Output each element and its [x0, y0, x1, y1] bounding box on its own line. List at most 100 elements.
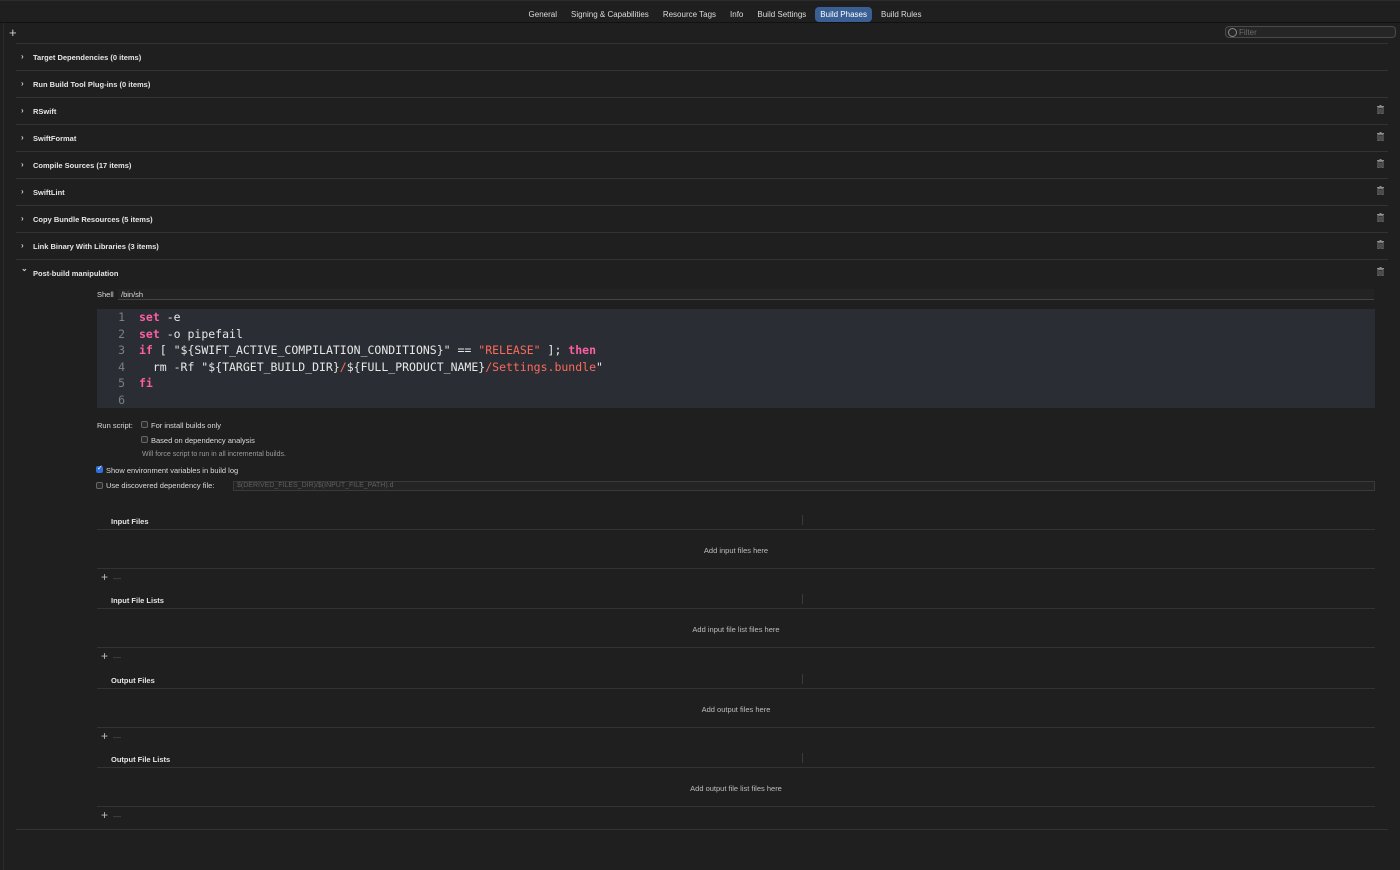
add-file-button[interactable]: +: [101, 649, 108, 663]
build-phase-title: SwiftLint: [33, 188, 65, 197]
chevron-right-icon[interactable]: ›: [21, 187, 24, 196]
build-phase-title: RSwift: [33, 107, 57, 116]
build-phase-title: Run Build Tool Plug-ins (0 items): [33, 80, 151, 89]
build-phase-row[interactable]: ⌄ Post-build manipulation: [16, 259, 1388, 286]
trash-icon[interactable]: [1377, 240, 1384, 250]
build-phase-title: SwiftFormat: [33, 134, 77, 143]
trash-icon[interactable]: [1377, 267, 1384, 277]
section-divider: [97, 568, 1375, 569]
build-phase-title: Target Dependencies (0 items): [33, 53, 142, 62]
discovered-dep-file-label: Use discovered dependency file:: [106, 481, 215, 490]
chevron-right-icon[interactable]: ›: [21, 133, 24, 142]
tab-signing-capabilities[interactable]: Signing & Capabilities: [566, 7, 654, 22]
install-builds-only-label: For install builds only: [151, 421, 222, 430]
chevron-right-icon[interactable]: ›: [21, 160, 24, 169]
line-number: 1: [118, 310, 125, 324]
remove-file-button[interactable]: —: [113, 653, 121, 662]
code-string: "RELEASE": [478, 343, 541, 357]
remove-file-button[interactable]: —: [113, 812, 121, 821]
chevron-right-icon[interactable]: ›: [21, 241, 24, 250]
list-controls: + —: [101, 730, 121, 744]
tab-general[interactable]: General: [524, 7, 562, 22]
filter-field[interactable]: Filter: [1225, 26, 1396, 38]
trash-icon[interactable]: [1377, 132, 1384, 142]
empty-placeholder: Add output file list files here: [690, 783, 782, 793]
left-rule: [3, 23, 4, 870]
header-divider: [97, 608, 1375, 610]
add-file-button[interactable]: +: [101, 570, 108, 584]
build-phase-row[interactable]: › Copy Bundle Resources (5 items): [16, 205, 1388, 232]
shell-field[interactable]: /bin/sh: [118, 289, 1374, 300]
dependency-file-field[interactable]: $(DERIVED_FILES_DIR)/$(INPUT_FILE_PATH).…: [233, 481, 1375, 491]
remove-file-button[interactable]: —: [113, 574, 121, 583]
build-phase-row[interactable]: › Compile Sources (17 items): [16, 151, 1388, 178]
dependency-analysis-checkbox[interactable]: [141, 436, 148, 443]
build-phase-title: Post-build manipulation: [33, 269, 119, 278]
line-number: 2: [118, 326, 125, 341]
shell-row: Shell /bin/sh: [97, 289, 1375, 300]
tab-build-rules[interactable]: Build Rules: [876, 7, 926, 22]
chevron-right-icon[interactable]: ›: [21, 106, 24, 115]
build-phase-title: Link Binary With Libraries (3 items): [33, 242, 159, 251]
line-number: 4: [118, 359, 125, 374]
code-text: set -o pipefail: [139, 327, 243, 341]
phase-toolbar: + Filter: [0, 23, 1400, 43]
column-separator[interactable]: [802, 673, 803, 684]
code-keyword: set: [139, 310, 160, 324]
column-separator[interactable]: [802, 752, 803, 763]
build-phase-row[interactable]: › Run Build Tool Plug-ins (0 items): [16, 70, 1388, 97]
discovered-dep-file-checkbox[interactable]: [96, 482, 103, 489]
header-divider: [97, 529, 1375, 530]
run-script-label: Run script:: [97, 421, 133, 430]
build-phase-row[interactable]: › Target Dependencies (0 items): [16, 43, 1388, 70]
tab-resource-tags[interactable]: Resource Tags: [658, 7, 721, 22]
file-section-title: Input File Lists: [111, 596, 164, 606]
code-token: ${FULL_PRODUCT_NAME}: [346, 359, 486, 374]
install-builds-only-checkbox[interactable]: [141, 421, 148, 428]
code-line: 4 rm -Rf "${TARGET_BUILD_DIR}/${FULL_PRO…: [97, 360, 1375, 376]
build-phase-row[interactable]: › SwiftLint: [16, 178, 1388, 205]
trash-icon[interactable]: [1377, 159, 1384, 169]
add-file-button[interactable]: +: [101, 729, 108, 743]
chevron-right-icon[interactable]: ›: [21, 214, 24, 223]
trash-icon[interactable]: [1377, 105, 1384, 115]
show-env-vars-checkbox[interactable]: [96, 464, 103, 473]
file-section-title: Input Files: [111, 517, 149, 526]
tab-build-settings[interactable]: Build Settings: [752, 7, 811, 22]
column-separator[interactable]: [802, 515, 803, 525]
empty-placeholder: Add input file list files here: [692, 625, 780, 635]
empty-placeholder: Add input files here: [703, 546, 769, 555]
code-token: [ "${SWIFT_ACTIVE_COMPILATION_CONDITIONS…: [152, 343, 479, 357]
chevron-right-icon[interactable]: ›: [21, 79, 24, 88]
code-keyword: then: [568, 343, 596, 357]
section-divider: [97, 647, 1375, 649]
code-token: ];: [540, 343, 569, 357]
code-keyword: fi: [139, 376, 153, 390]
dependency-hint: Will force script to run in all incremen…: [142, 451, 286, 458]
tab-build-phases[interactable]: Build Phases: [815, 7, 872, 22]
code-text: rm -Rf "${TARGET_BUILD_DIR}/${FULL_PRODU…: [139, 360, 603, 374]
header-divider: [97, 766, 1375, 768]
show-env-vars-label: Show environment variables in build log: [106, 466, 239, 475]
tab-info[interactable]: Info: [725, 7, 748, 22]
chevron-down-icon[interactable]: ⌄: [21, 264, 28, 273]
add-file-button[interactable]: +: [101, 808, 108, 822]
trash-icon[interactable]: [1377, 186, 1384, 196]
build-phase-title: Compile Sources (17 items): [33, 161, 132, 170]
list-controls: + —: [101, 809, 121, 823]
chevron-right-icon[interactable]: ›: [21, 52, 24, 61]
build-phase-title: Copy Bundle Resources (5 items): [33, 215, 153, 224]
add-phase-button[interactable]: +: [9, 26, 17, 39]
column-separator[interactable]: [802, 594, 803, 605]
remove-file-button[interactable]: —: [113, 733, 121, 742]
build-phase-row[interactable]: › Link Binary With Libraries (3 items): [16, 232, 1388, 259]
code-line: 5 fi: [97, 376, 1375, 392]
build-phase-row[interactable]: › RSwift: [16, 97, 1388, 124]
build-phase-row[interactable]: › SwiftFormat: [16, 124, 1388, 151]
code-text: set -e: [139, 310, 181, 324]
script-editor[interactable]: 1 set -e 2 set -o pipefail 3 if [ "${SWIFT_AC…: [97, 309, 1375, 408]
empty-placeholder: Add output files here: [701, 704, 771, 714]
trash-icon[interactable]: [1377, 213, 1384, 223]
file-section-title: Output File Lists: [111, 754, 171, 764]
code-text: fi: [139, 376, 153, 390]
